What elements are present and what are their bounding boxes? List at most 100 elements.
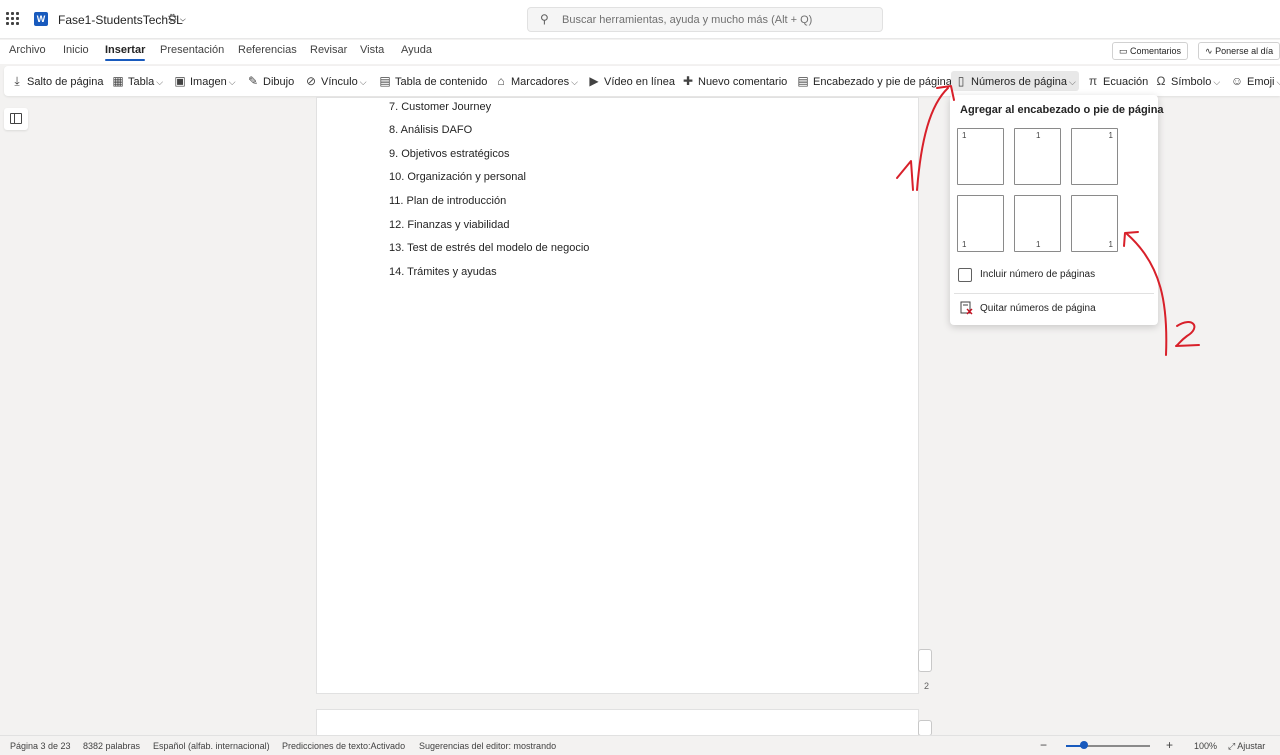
image-icon: ▣ <box>174 74 186 88</box>
new-comment-button[interactable]: ✚ Nuevo comentario <box>681 73 787 89</box>
chevron-down-icon: ⌵ <box>1276 77 1280 87</box>
page-break-button[interactable]: ⤓ Salto de página <box>10 73 103 89</box>
remove-page-number-icon <box>960 301 973 315</box>
comment-add-icon: ✚ <box>682 74 694 88</box>
top-left-option[interactable]: 1 <box>957 128 1004 185</box>
link-icon: ⊘ <box>305 74 317 88</box>
chevron-down-icon: ⌵ <box>571 77 578 87</box>
page-number-label: 2 <box>924 681 930 691</box>
emoji-label: Emoji <box>1247 76 1275 88</box>
word-logo-icon: W <box>34 12 48 26</box>
menu-heading: Agregar al encabezado o pie de página <box>960 104 1164 116</box>
document-page[interactable]: 7. Customer Journey 8. Análisis DAFO 9. … <box>316 97 919 694</box>
tab-revisar[interactable]: Revisar <box>310 44 347 56</box>
thumb-number: 1 <box>1036 131 1041 140</box>
comment-marker[interactable] <box>918 649 932 672</box>
catch-up-button[interactable]: ∿ Ponerse al día <box>1198 42 1280 60</box>
catch-up-label: Ponerse al día <box>1215 46 1274 56</box>
zoom-in-icon[interactable]: + <box>1166 738 1173 752</box>
page-numbers-menu: Agregar al encabezado o pie de página 1 … <box>950 95 1164 325</box>
comments-button[interactable]: ▭ Comentarios <box>1112 42 1189 60</box>
comments-label: Comentarios <box>1130 46 1182 56</box>
editor-suggestions-status[interactable]: Sugerencias del editor: mostrando <box>419 741 556 751</box>
top-right-option[interactable]: 1 <box>1071 128 1118 185</box>
title-bar: W Fase1-StudentsTechSL ⛭ ⌄ ⚲ Buscar herr… <box>0 0 1280 39</box>
header-footer-button[interactable]: ▤ Encabezado y pie de página <box>796 73 952 89</box>
bottom-left-option[interactable]: 1 <box>957 195 1004 252</box>
app-launcher-icon[interactable] <box>6 12 20 26</box>
page-numbers-button[interactable]: ▯ Números de página ⌵ <box>951 71 1079 91</box>
chevron-down-icon: ⌵ <box>1213 77 1221 87</box>
tab-referencias[interactable]: Referencias <box>238 44 297 56</box>
fit-button[interactable]: ⤢ Ajustar <box>1228 741 1265 752</box>
search-icon: ⚲ <box>540 12 549 26</box>
remove-page-numbers-item[interactable]: Quitar números de página <box>980 303 1096 314</box>
link-label: Vínculo <box>321 76 358 88</box>
video-icon: ▶ <box>589 74 599 88</box>
document-title[interactable]: Fase1-StudentsTechSL <box>58 13 183 27</box>
page-numbers-label: Números de página <box>971 76 1068 88</box>
word-count[interactable]: 8382 palabras <box>83 741 140 751</box>
bottom-right-option[interactable]: 1 <box>1071 195 1118 252</box>
language-status[interactable]: Español (alfab. internacional) <box>153 741 270 751</box>
thumb-number: 1 <box>1108 240 1113 249</box>
tab-insertar[interactable]: Insertar <box>105 44 146 61</box>
tab-archivo[interactable]: Archivo <box>9 44 46 56</box>
thumb-number: 1 <box>1036 240 1041 249</box>
header-footer-label: Encabezado y pie de página <box>813 76 952 88</box>
chevron-down-icon: ⌵ <box>1069 77 1076 87</box>
table-icon: ▦ <box>112 74 124 88</box>
toc-line: 8. Análisis DAFO <box>389 124 473 136</box>
autosave-status-icon[interactable]: ⛭ ⌄ <box>168 12 186 25</box>
drawing-button[interactable]: ✎ Dibujo <box>246 73 294 89</box>
online-video-label: Vídeo en línea <box>604 76 675 88</box>
page-count: Página 3 de 23 <box>10 741 71 751</box>
zoom-slider[interactable] <box>1066 741 1150 749</box>
image-button[interactable]: ▣ Imagen ⌵ <box>173 73 236 89</box>
thumb-number: 1 <box>962 240 967 249</box>
bookmarks-button[interactable]: ⌂ Marcadores ⌵ <box>494 73 578 89</box>
table-label: Tabla <box>128 76 155 88</box>
header-footer-icon: ▤ <box>797 74 809 88</box>
tab-inicio[interactable]: Inicio <box>63 44 89 56</box>
toc-line: 14. Trámites y ayudas <box>389 266 497 278</box>
include-page-count-checkbox[interactable] <box>958 268 972 282</box>
bookmarks-label: Marcadores <box>511 76 570 88</box>
toc-button[interactable]: ▤ Tabla de contenido <box>378 73 487 89</box>
bottom-center-option[interactable]: 1 <box>1014 195 1061 252</box>
chevron-down-icon: ⌵ <box>228 77 236 87</box>
online-video-button[interactable]: ▶ Vídeo en línea <box>587 73 675 89</box>
top-center-option[interactable]: 1 <box>1014 128 1061 185</box>
zoom-level[interactable]: 100% <box>1194 741 1217 751</box>
emoji-icon: ☺ <box>1230 74 1244 88</box>
search-box[interactable]: ⚲ Buscar herramientas, ayuda y mucho más… <box>527 7 883 32</box>
tab-ayuda[interactable]: Ayuda <box>401 44 432 56</box>
tab-presentacion[interactable]: Presentación <box>160 44 224 56</box>
fit-label: Ajustar <box>1237 741 1266 751</box>
text-predictions-status[interactable]: Predicciones de texto:Activado <box>282 741 405 751</box>
status-bar: Página 3 de 23 8382 palabras Español (al… <box>0 735 1280 755</box>
equation-button[interactable]: π Ecuación <box>1086 73 1148 89</box>
toc-line: 10. Organización y personal <box>389 171 526 183</box>
link-button[interactable]: ⊘ Vínculo ⌵ <box>304 73 367 89</box>
annotation-number-2 <box>1175 321 1200 347</box>
table-button[interactable]: ▦ Tabla ⌵ <box>111 73 163 89</box>
thumb-number: 1 <box>1108 131 1113 140</box>
include-page-count-label[interactable]: Incluir número de páginas <box>980 269 1095 280</box>
new-comment-label: Nuevo comentario <box>698 76 788 88</box>
insert-ribbon: ⤓ Salto de página ▦ Tabla ⌵ ▣ Imagen ⌵ ✎ Dibuj… <box>4 66 1280 96</box>
navigation-pane-button[interactable] <box>4 108 28 130</box>
menu-divider <box>954 293 1154 294</box>
zoom-slider-handle[interactable] <box>1080 741 1089 749</box>
toc-line: 13. Test de estrés del modelo de negocio <box>389 242 590 254</box>
emoji-button[interactable]: ☺ Emoji ⌵ <box>1230 73 1280 89</box>
bookmark-icon: ⌂ <box>497 74 505 88</box>
tab-vista[interactable]: Vista <box>360 44 384 56</box>
toc-line: 11. Plan de introducción <box>389 195 507 207</box>
symbol-button[interactable]: Ω Símbolo ⌵ <box>1154 73 1221 89</box>
pulse-icon: ∿ <box>1205 46 1213 56</box>
pi-icon: π <box>1088 74 1098 88</box>
toc-line: 9. Objetivos estratégicos <box>389 148 510 160</box>
comment-marker[interactable] <box>918 720 932 736</box>
zoom-out-icon[interactable]: − <box>1040 738 1047 752</box>
